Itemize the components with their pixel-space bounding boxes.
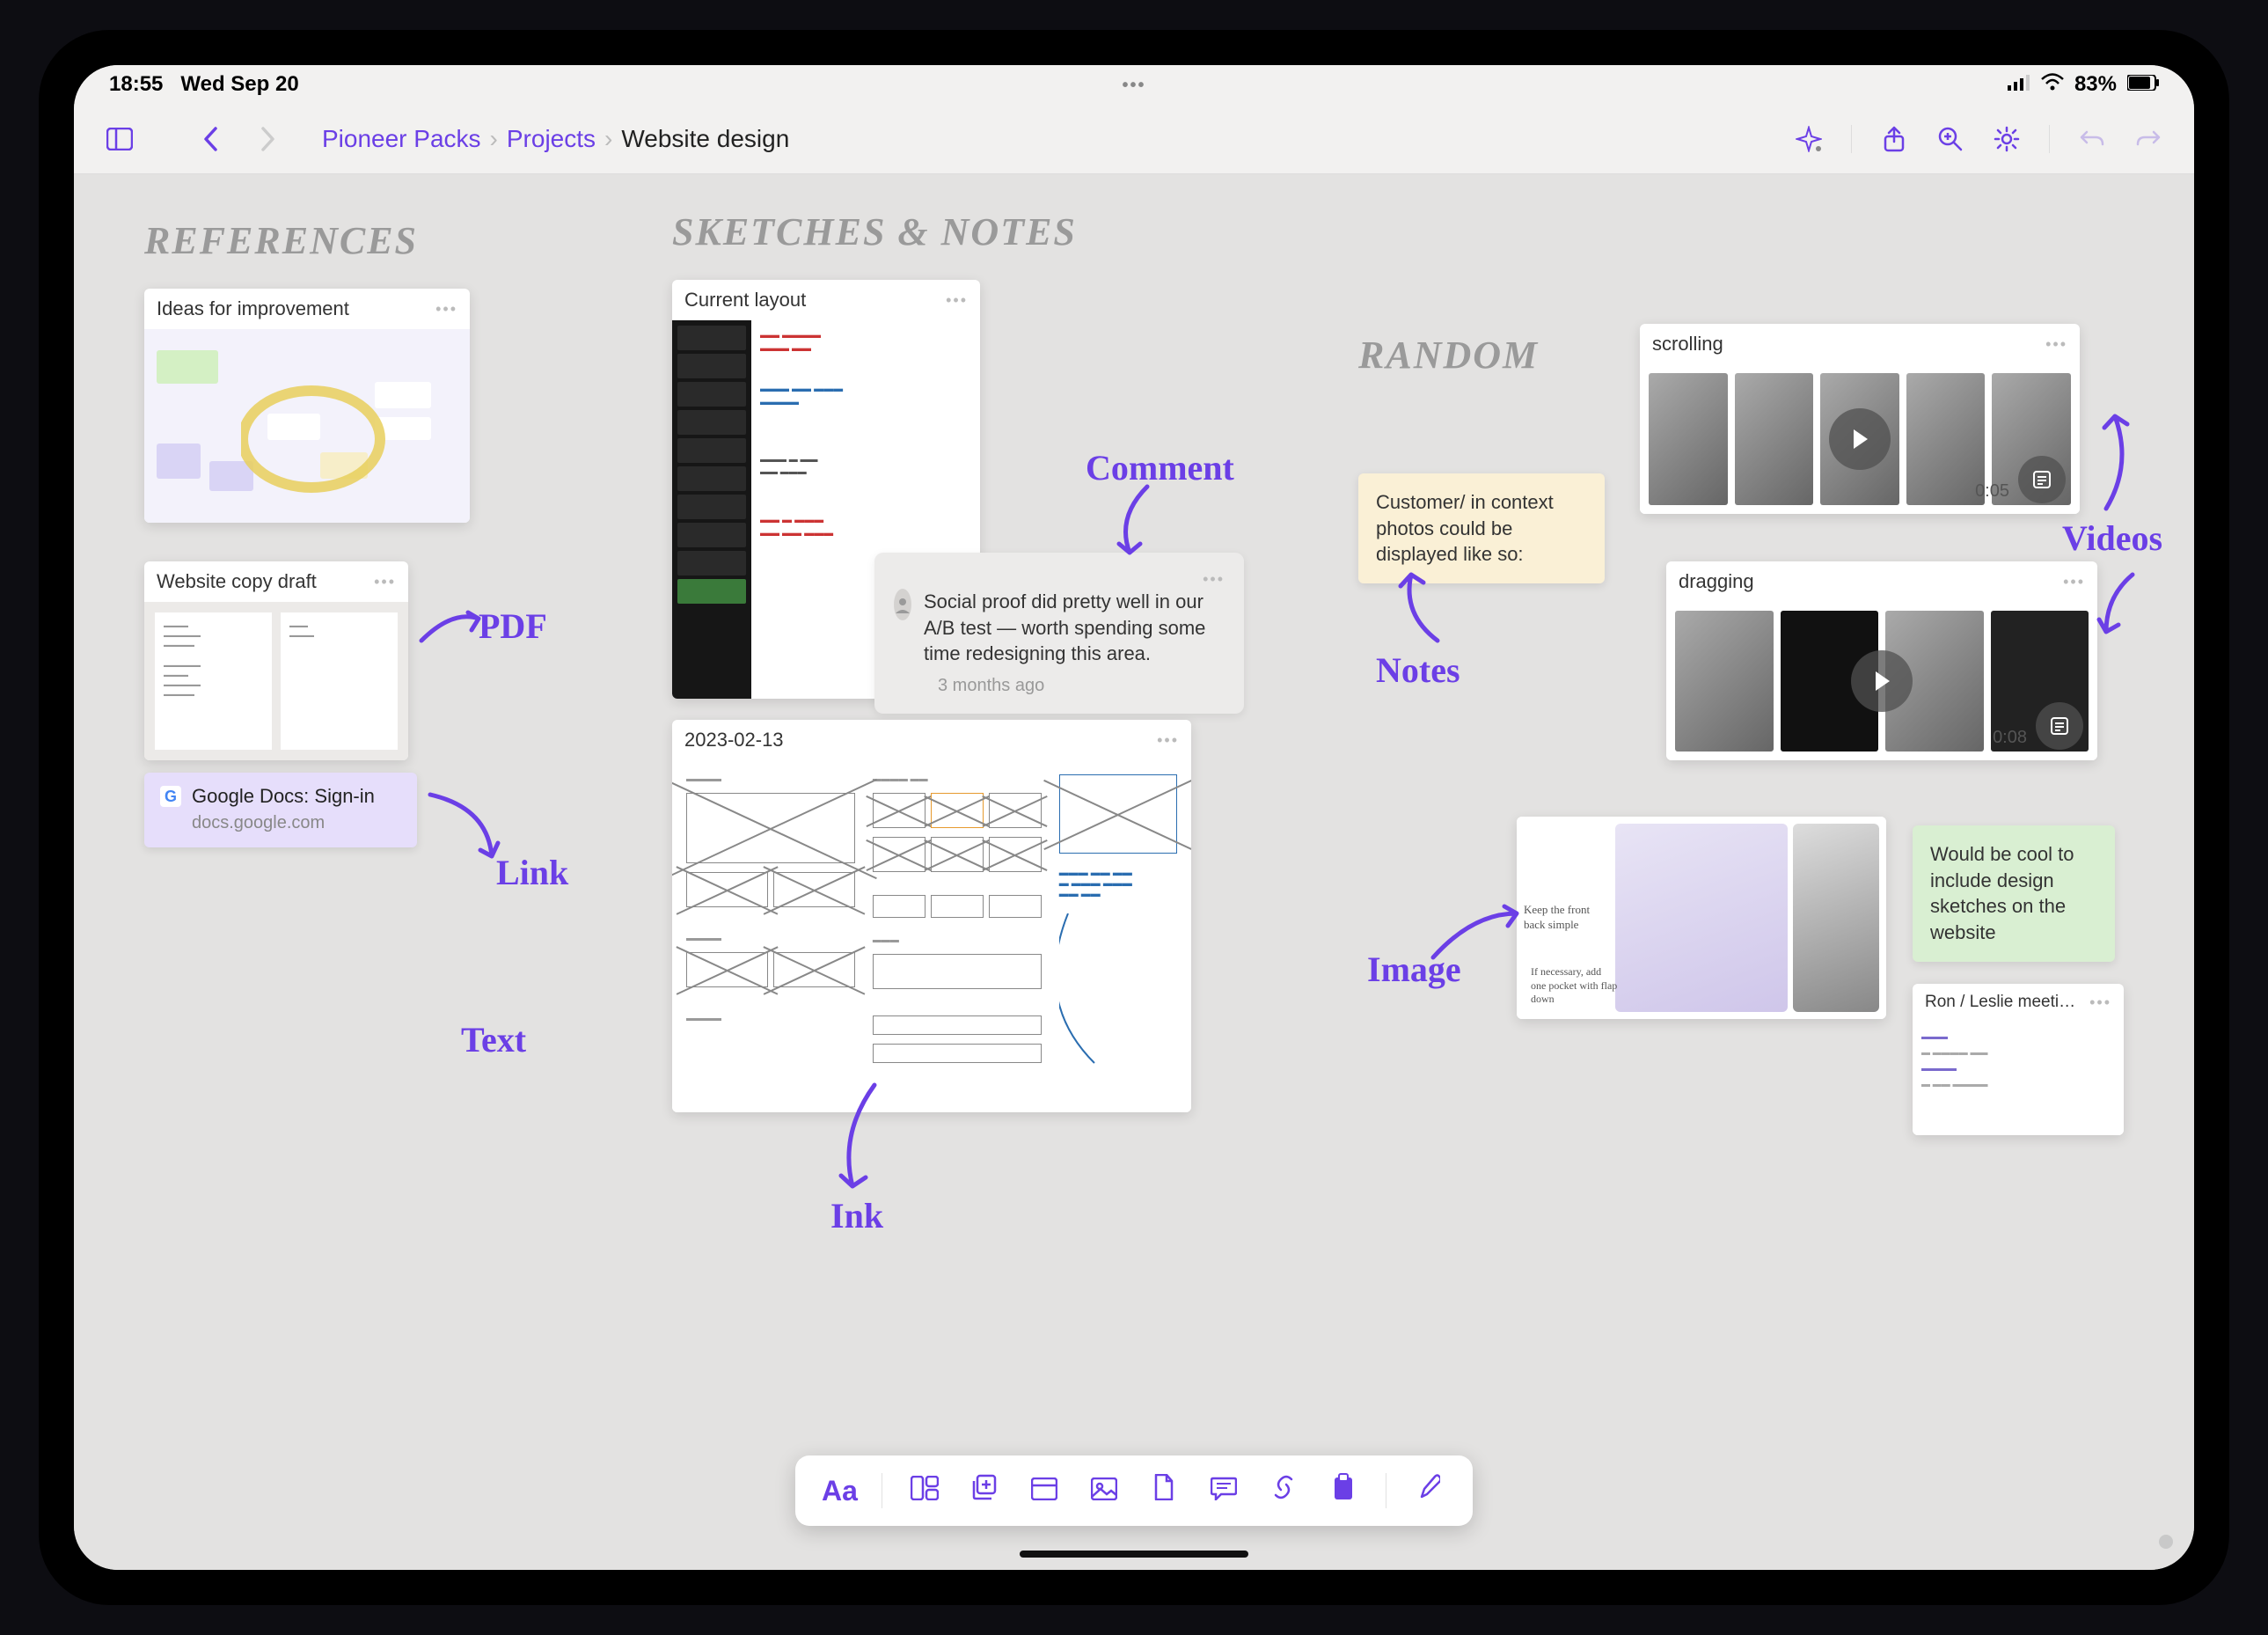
home-indicator[interactable]	[1020, 1551, 1248, 1558]
card-video-scroll[interactable]: scrolling ••• 0:05	[1640, 324, 2080, 514]
arrow-icon	[830, 1081, 892, 1195]
nav-back-icon[interactable]	[192, 120, 230, 158]
comment-text: Social proof did pretty well in our A/B …	[924, 589, 1225, 667]
card-title: 2023-02-13	[684, 729, 784, 752]
bottom-toolbar: Aa	[795, 1455, 1473, 1526]
note-yellow[interactable]: Customer/ in context photos could be dis…	[1358, 473, 1605, 583]
anno-text: Text	[461, 1019, 526, 1060]
share-icon[interactable]	[1875, 120, 1913, 158]
card-title: Website copy draft	[157, 570, 317, 593]
breadcrumb: Pioneer Packs › Projects › Website desig…	[322, 125, 789, 153]
stack-add-icon[interactable]	[967, 1474, 1002, 1507]
status-bar: 18:55 Wed Sep 20 ••• 83%	[74, 65, 2194, 104]
nav-fwd-icon	[248, 120, 287, 158]
anno-notes: Notes	[1376, 649, 1460, 691]
crumb-root[interactable]: Pioneer Packs	[322, 125, 481, 153]
transcript-icon[interactable]	[2018, 456, 2066, 503]
arrow-icon	[417, 605, 487, 649]
anno-link: Link	[496, 852, 568, 893]
arrow-icon	[2080, 412, 2141, 517]
settings-gear-icon[interactable]	[1987, 120, 2026, 158]
app-toolbar: Pioneer Packs › Projects › Website desig…	[74, 104, 2194, 174]
sidebar-toggle-icon[interactable]	[100, 120, 139, 158]
note-green[interactable]: Would be cool to include design sketches…	[1913, 825, 2115, 962]
play-icon[interactable]	[1851, 650, 1913, 712]
anno-videos: Videos	[2062, 517, 2162, 559]
multitask-dots[interactable]: •••	[1122, 76, 1145, 96]
cell-signal-icon	[2008, 72, 2030, 97]
card-menu-icon[interactable]: •••	[2089, 993, 2111, 1012]
card-title: Ideas for improvement	[157, 297, 349, 320]
comment-time: 3 months ago	[938, 676, 1225, 696]
link-url: docs.google.com	[192, 813, 401, 833]
video-duration: 0:08	[1993, 728, 2027, 748]
status-time: 18:55	[109, 72, 163, 97]
ai-sparkle-icon[interactable]	[1789, 120, 1828, 158]
text-tool[interactable]: Aa	[822, 1475, 857, 1507]
card-title: Ron / Leslie meeti…	[1925, 993, 2075, 1012]
card-sketch-image[interactable]: Keep the frontback simple If necessary, …	[1517, 817, 1886, 1019]
status-date: Wed Sep 20	[180, 72, 298, 97]
card-wireframe[interactable]: 2023-02-13••• ▬▬▬▬ ▬▬▬▬ ▬▬▬▬ ▬▬▬▬ ▬▬	[672, 720, 1191, 1112]
card-ron-leslie[interactable]: Ron / Leslie meeti…••• ▬▬▬▬ ▬▬▬▬ ▬▬▬▬▬▬▬…	[1913, 984, 2124, 1135]
undo-icon[interactable]	[2073, 120, 2111, 158]
card-video-drag[interactable]: dragging ••• 0:08	[1666, 561, 2097, 760]
arrow-icon	[426, 790, 505, 869]
section-references: References	[144, 218, 418, 263]
crumb-current: Website design	[621, 125, 789, 153]
arrow-icon	[1429, 905, 1525, 966]
crumb-sep: ›	[490, 125, 498, 153]
arrow-icon	[2097, 570, 2150, 641]
card-menu-icon[interactable]: •••	[1157, 731, 1179, 750]
card-gdocs-link[interactable]: G Google Docs: Sign-in docs.google.com	[144, 773, 417, 847]
video-duration: 0:05	[1975, 481, 2009, 502]
card-menu-icon[interactable]: •••	[2063, 573, 2085, 591]
card-menu-icon[interactable]: •••	[374, 573, 396, 591]
play-icon[interactable]	[1829, 408, 1891, 470]
comment-card[interactable]: ••• Social proof did pretty well in our …	[874, 553, 1244, 714]
browser-icon[interactable]	[1027, 1475, 1062, 1507]
card-grid-icon[interactable]	[907, 1475, 942, 1507]
note-text: Customer/ in context photos could be dis…	[1376, 491, 1554, 565]
avatar-icon	[894, 589, 911, 620]
card-menu-icon[interactable]: •••	[2045, 335, 2067, 354]
anno-pdf: PDF	[479, 605, 547, 647]
link-tool-icon[interactable]	[1266, 1474, 1301, 1507]
card-copy-draft[interactable]: Website copy draft••• ▬▬▬▬▬▬▬▬▬▬▬▬▬▬▬▬▬▬…	[144, 561, 408, 760]
card-title: Current layout	[684, 289, 806, 312]
clipboard-icon[interactable]	[1326, 1473, 1361, 1508]
pen-tool-icon[interactable]	[1411, 1473, 1446, 1508]
image-icon[interactable]	[1086, 1475, 1122, 1507]
section-random: Random	[1358, 333, 1539, 378]
transcript-icon[interactable]	[2036, 702, 2083, 750]
arrow-icon	[1394, 570, 1455, 649]
redo-icon[interactable]	[2129, 120, 2168, 158]
battery-pct: 83%	[2074, 72, 2117, 97]
link-title: Google Docs: Sign-in	[192, 785, 375, 808]
note-text: Would be cool to include design sketches…	[1930, 843, 2074, 943]
zoom-icon[interactable]	[1931, 120, 1970, 158]
google-icon: G	[160, 786, 181, 807]
card-title: scrolling	[1652, 333, 1723, 356]
wifi-icon	[2041, 72, 2064, 97]
file-icon[interactable]	[1146, 1474, 1182, 1507]
resize-handle[interactable]	[2159, 1535, 2173, 1549]
card-menu-icon[interactable]: •••	[946, 291, 968, 310]
comment-icon[interactable]	[1206, 1475, 1241, 1507]
card-ideas[interactable]: Ideas for improvement •••	[144, 289, 470, 523]
battery-icon	[2127, 72, 2159, 97]
crumb-sep: ›	[604, 125, 612, 153]
card-menu-icon[interactable]: •••	[435, 300, 457, 319]
card-menu-icon[interactable]: •••	[1203, 570, 1225, 588]
section-sketches: Sketches & Notes	[672, 209, 1077, 254]
card-title: dragging	[1679, 570, 1754, 593]
crumb-projects[interactable]: Projects	[507, 125, 596, 153]
canvas[interactable]: References Sketches & Notes Random Ideas…	[74, 174, 2194, 1570]
arrow-icon	[1112, 482, 1174, 561]
anno-ink: Ink	[830, 1195, 883, 1236]
